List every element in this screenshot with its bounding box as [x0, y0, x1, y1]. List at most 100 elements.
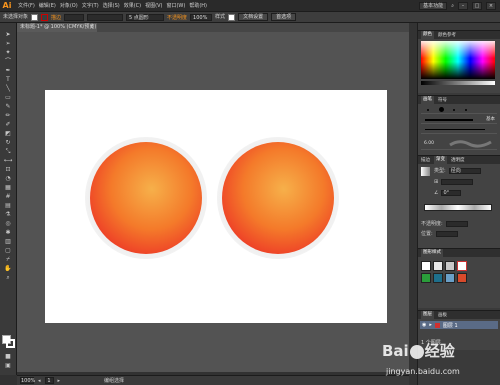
minimize-button[interactable]: – [458, 2, 468, 10]
width-tool-icon[interactable]: ⟷ [3, 157, 13, 164]
search-icon[interactable]: ⌕ [451, 3, 454, 9]
artboard-tool-icon[interactable]: ▢ [3, 247, 13, 254]
hand-tool-icon[interactable]: ✋ [3, 265, 13, 272]
menu-effect[interactable]: 效果(C) [124, 0, 141, 12]
gradient-location-field[interactable] [435, 230, 458, 237]
close-window-button[interactable]: × [486, 2, 496, 10]
lasso-tool-icon[interactable]: ⌒ [3, 58, 13, 65]
tab-color[interactable]: 颜色 [421, 31, 434, 39]
tab-color-guide[interactable]: 颜色参考 [438, 32, 456, 38]
menu-window[interactable]: 窗口(W) [166, 0, 185, 12]
layer-row[interactable]: ◉ ▸ 图层 1 [420, 321, 498, 329]
brush-dot-tiny[interactable] [453, 109, 455, 111]
document-tab[interactable]: 未标题-1* @ 100% (CMYK/预览) × [17, 23, 97, 32]
document-setup-button[interactable]: 文档设置 [238, 13, 269, 21]
tab-artboards[interactable]: 画板 [438, 312, 447, 318]
close-tab-icon[interactable]: × [90, 23, 94, 32]
gradient-angle-field[interactable]: 0° [441, 189, 462, 196]
brush-definition-field[interactable]: 5 点圆形 [126, 13, 165, 21]
slice-tool-icon[interactable]: ⌿ [3, 256, 13, 263]
paintbrush-tool-icon[interactable]: ✎ [3, 103, 13, 110]
style-swatch-7[interactable] [445, 273, 455, 283]
blob-brush-tool-icon[interactable]: ✐ [3, 121, 13, 128]
circle-object-left[interactable] [85, 137, 207, 259]
eraser-tool-icon[interactable]: ◩ [3, 130, 13, 137]
grayscale-ramp[interactable] [421, 81, 495, 85]
menu-file[interactable]: 文件(F) [18, 0, 35, 12]
stroke-gradient-icon[interactable]: ⊞ [434, 179, 438, 185]
brush-line-row[interactable] [421, 126, 497, 134]
style-swatch-8[interactable] [457, 273, 467, 283]
brush-dot-medium[interactable] [465, 109, 467, 111]
gradient-type-select[interactable]: 径向 [448, 167, 481, 174]
scale-tool-icon[interactable]: ⤡ [3, 148, 13, 155]
style-swatch-5[interactable] [421, 273, 431, 283]
mesh-tool-icon[interactable]: # [3, 193, 13, 200]
rectangle-tool-icon[interactable]: ▭ [3, 94, 13, 101]
symbol-sprayer-tool-icon[interactable]: ✱ [3, 229, 13, 236]
style-swatch-6[interactable] [433, 273, 443, 283]
preferences-button[interactable]: 首选项 [271, 13, 297, 21]
stroke-square[interactable] [6, 339, 15, 348]
menu-object[interactable]: 对象(O) [60, 0, 78, 12]
layer-expand-icon[interactable]: ▸ [429, 322, 432, 328]
color-spectrum[interactable] [421, 41, 495, 79]
tab-graphic-styles[interactable]: 图形样式 [421, 249, 443, 257]
workspace-switcher[interactable]: 基本功能 [419, 2, 448, 10]
blend-tool-icon[interactable]: ◎ [3, 220, 13, 227]
tab-symbols[interactable]: 符号 [438, 97, 447, 103]
gradient-stroke-options[interactable] [441, 178, 474, 185]
menu-edit[interactable]: 编辑(E) [39, 0, 56, 12]
zoom-tool-icon[interactable]: ⌕ [3, 274, 13, 281]
variable-width-field[interactable] [87, 13, 124, 21]
visibility-eye-icon[interactable]: ◉ [422, 322, 426, 328]
opacity-link[interactable]: 不透明度 [167, 14, 187, 21]
column-graph-tool-icon[interactable]: ▥ [3, 238, 13, 245]
stroke-weight-field[interactable] [64, 13, 85, 21]
tab-stroke[interactable]: 描边 [421, 157, 430, 163]
direct-selection-tool-icon[interactable]: ➢ [3, 40, 13, 47]
eyedropper-tool-icon[interactable]: ⚗ [3, 211, 13, 218]
magic-wand-tool-icon[interactable]: ✦ [3, 49, 13, 56]
type-tool-icon[interactable]: T [3, 76, 13, 83]
menu-view[interactable]: 视图(V) [145, 0, 162, 12]
brush-dot-large[interactable] [439, 107, 444, 112]
selection-tool-icon[interactable]: ➤ [3, 31, 13, 38]
menu-help[interactable]: 帮助(H) [189, 0, 207, 12]
style-swatch[interactable] [228, 13, 236, 21]
gradient-thumbnail[interactable] [421, 167, 430, 176]
fill-swatch[interactable] [31, 13, 39, 21]
circle-object-right[interactable] [217, 137, 339, 259]
menu-type[interactable]: 文字(T) [82, 0, 99, 12]
stroke-link[interactable]: 描边 [51, 14, 61, 21]
free-transform-tool-icon[interactable]: ⊡ [3, 166, 13, 173]
pencil-tool-icon[interactable]: ✏ [3, 112, 13, 119]
style-swatch-3[interactable] [445, 261, 455, 271]
artboard-next-icon[interactable]: ▸ [58, 378, 61, 384]
canvas-area[interactable] [17, 32, 409, 372]
rotate-tool-icon[interactable]: ↻ [3, 139, 13, 146]
artboard[interactable] [45, 90, 387, 323]
tab-gradient[interactable]: 渐变 [434, 156, 447, 164]
gradient-opacity-field[interactable] [445, 220, 468, 227]
opacity-field[interactable]: 100% [190, 13, 213, 21]
brush-basic-row[interactable]: 基本 [421, 116, 497, 124]
perspective-grid-tool-icon[interactable]: ▦ [3, 184, 13, 191]
gradient-slider[interactable] [424, 204, 492, 211]
brush-calligraphic-row[interactable]: 6.00 [421, 138, 497, 150]
screen-mode-icon[interactable]: ▣ [3, 362, 13, 369]
tab-brushes[interactable]: 画笔 [421, 96, 434, 104]
style-swatch-2[interactable] [433, 261, 443, 271]
gradient-tool-icon[interactable]: ▤ [3, 202, 13, 209]
color-mode-icon[interactable]: ■ [3, 353, 13, 360]
line-tool-icon[interactable]: ╲ [3, 85, 13, 92]
brush-dot-small[interactable] [427, 109, 429, 111]
maximize-button[interactable]: □ [472, 2, 482, 10]
zoom-field[interactable]: 100% [20, 377, 35, 384]
style-swatch-4[interactable] [457, 261, 467, 271]
menu-select[interactable]: 选择(S) [103, 0, 120, 12]
brush-dots-row[interactable] [421, 106, 497, 114]
tab-transparency[interactable]: 透明度 [451, 157, 465, 163]
pen-tool-icon[interactable]: ✒ [3, 67, 13, 74]
stroke-swatch[interactable] [41, 13, 49, 21]
